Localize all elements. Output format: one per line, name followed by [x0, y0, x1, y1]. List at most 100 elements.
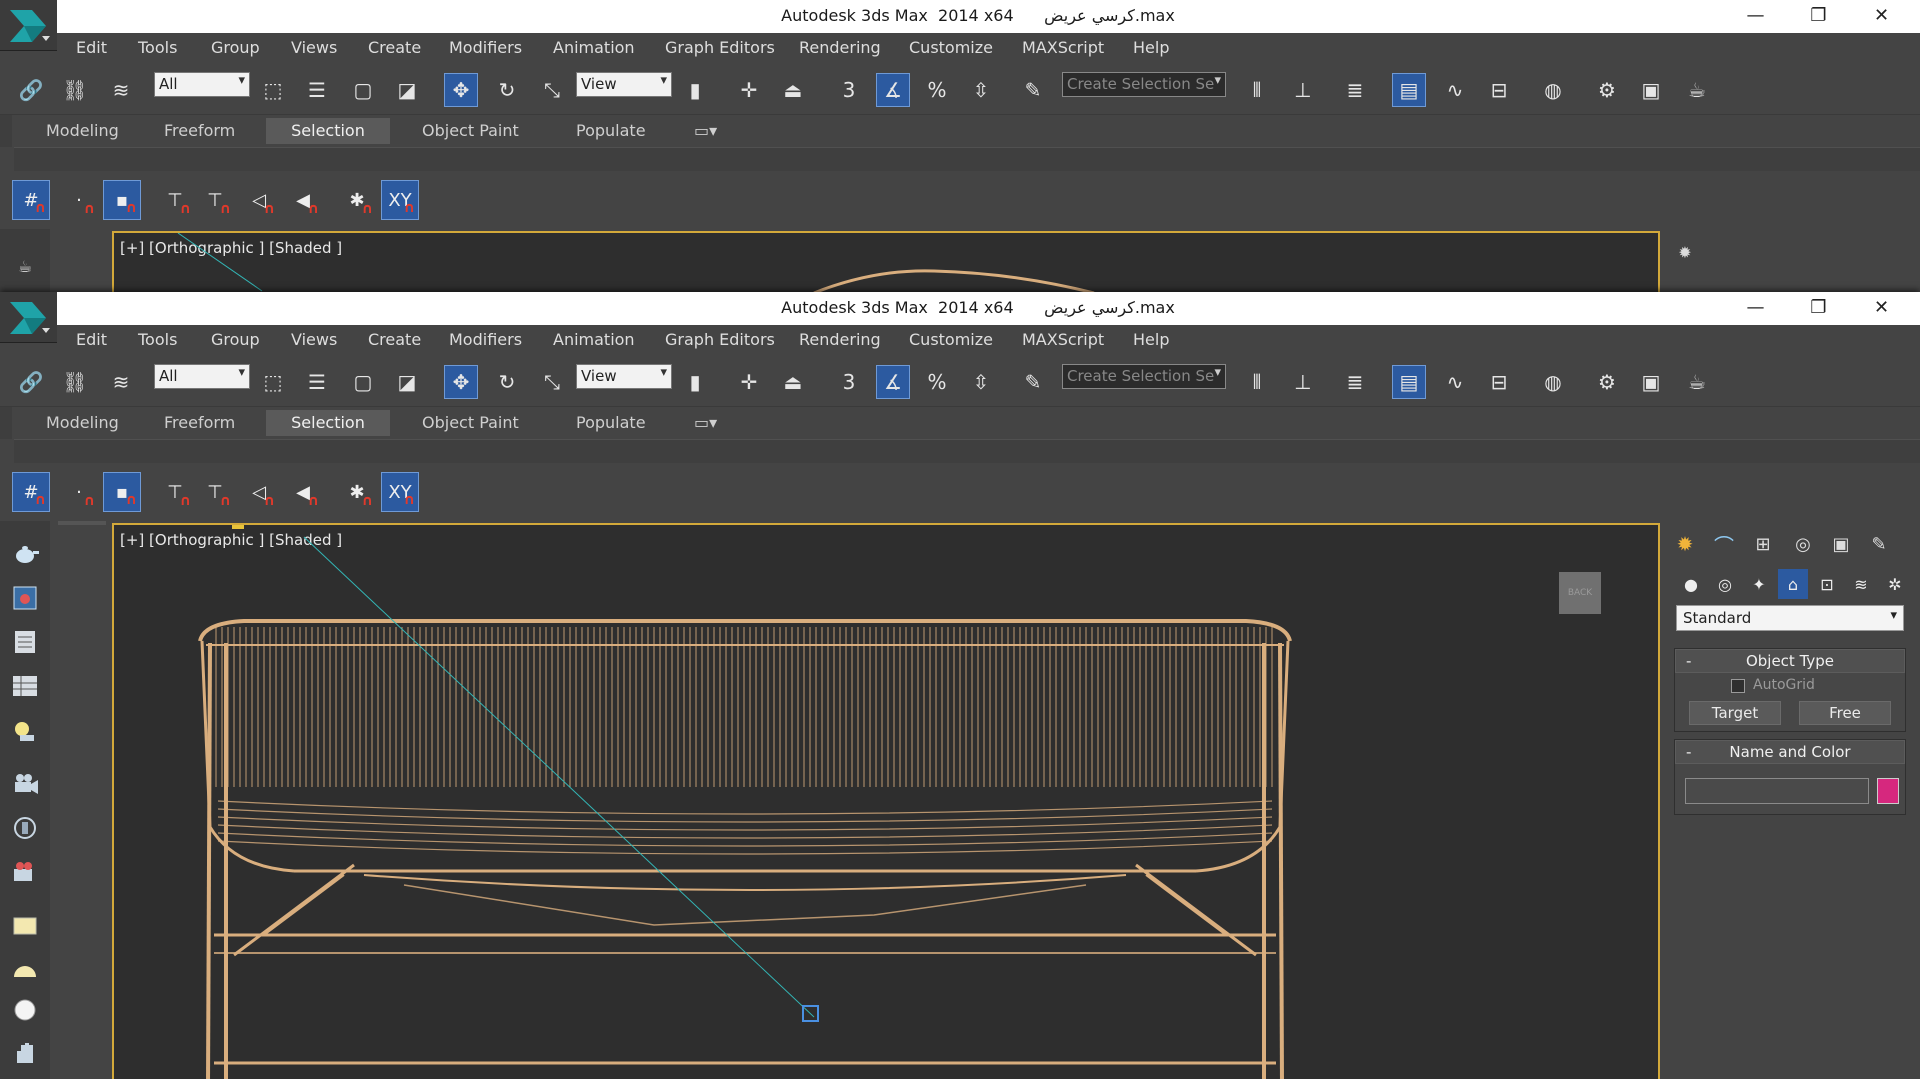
object-name-input[interactable]: [1685, 778, 1869, 804]
layer-explorer-icon[interactable]: ≣: [1338, 73, 1372, 107]
toggle-ribbon-icon[interactable]: ▤: [1392, 365, 1426, 399]
percent-snap-icon[interactable]: %: [920, 365, 954, 399]
xy-constraint-icon[interactable]: XY ∩: [381, 472, 419, 512]
hierarchy-panel-icon[interactable]: ⊞: [1746, 528, 1780, 560]
tab-modeling[interactable]: Modeling: [36, 410, 129, 436]
selection-filter-dropdown[interactable]: All ▾: [154, 364, 250, 389]
tab-populate[interactable]: Populate: [566, 118, 656, 144]
close-button[interactable]: ✕: [1850, 292, 1913, 325]
select-and-rotate-icon[interactable]: ↻: [490, 365, 524, 399]
table-panel-icon[interactable]: [8, 669, 42, 703]
sphere-icon[interactable]: [8, 993, 42, 1027]
tab-object-paint[interactable]: Object Paint: [412, 118, 529, 144]
grid-points-snap-icon[interactable]: # ∩: [12, 180, 50, 220]
name-and-color-header[interactable]: - Name and Color: [1675, 740, 1905, 764]
menu-rendering[interactable]: Rendering: [799, 330, 881, 349]
menu-edit[interactable]: Edit: [76, 330, 107, 349]
reference-coordinate-dropdown[interactable]: View ▾: [576, 72, 672, 97]
ribbon-options-icon[interactable]: ▭▾: [684, 118, 727, 144]
minimize-button[interactable]: —: [1724, 292, 1787, 325]
percent-snap-icon[interactable]: %: [920, 73, 954, 107]
selection-filter-dropdown[interactable]: All ▾: [154, 72, 250, 97]
center-face-snap-icon[interactable]: ✱ ∩: [338, 180, 376, 220]
rectangular-selection-icon[interactable]: ▢: [346, 365, 380, 399]
free-button[interactable]: Free: [1799, 701, 1891, 725]
list-panel-icon[interactable]: [8, 625, 42, 659]
menu-graph-editors[interactable]: Graph Editors: [665, 38, 775, 57]
vertex-snap-icon[interactable]: ▪ ∩: [103, 180, 141, 220]
restore-button[interactable]: ❐: [1787, 0, 1850, 33]
material-editor-icon[interactable]: ◍: [1536, 73, 1570, 107]
edge-snap-icon[interactable]: ◁ ∩: [240, 472, 278, 512]
tab-freeform[interactable]: Freeform: [154, 118, 245, 144]
viewport-orthographic[interactable]: [+] [Orthographic ] [Shaded ] BACK: [112, 523, 1660, 1079]
teapot-icon[interactable]: [8, 537, 42, 571]
display-panel-icon[interactable]: ▣: [1824, 528, 1858, 560]
menu-create[interactable]: Create: [368, 330, 421, 349]
material-editor-icon[interactable]: ◍: [1536, 365, 1570, 399]
face-snap-icon[interactable]: ◀ ∩: [284, 472, 322, 512]
align-icon[interactable]: ⊥: [1286, 365, 1320, 399]
keyboard-shortcut-override-icon[interactable]: ⏏: [776, 365, 810, 399]
close-button[interactable]: ✕: [1850, 0, 1913, 33]
pivot-snap-icon[interactable]: · ∩: [60, 472, 98, 512]
helpers-icon[interactable]: ⊡: [1812, 569, 1842, 599]
create-panel-icon[interactable]: ✹: [1668, 236, 1702, 268]
cameras-icon[interactable]: ⌂: [1778, 569, 1808, 599]
menu-edit[interactable]: Edit: [76, 38, 107, 57]
create-panel-icon[interactable]: ✹: [1668, 528, 1702, 560]
menu-rendering[interactable]: Rendering: [799, 38, 881, 57]
unlink-icon[interactable]: ⛓: [58, 73, 92, 107]
mirror-icon[interactable]: ⫴: [1240, 365, 1274, 399]
menu-customize[interactable]: Customize: [909, 330, 993, 349]
motion-panel-icon[interactable]: ◎: [1786, 528, 1820, 560]
pivot-snap-icon[interactable]: · ∩: [60, 180, 98, 220]
window-crossing-icon[interactable]: ◪: [390, 73, 424, 107]
utilities-panel-icon[interactable]: ✎: [1862, 528, 1896, 560]
object-color-swatch[interactable]: [1877, 778, 1899, 804]
endpoint-snap-icon[interactable]: ⊤ ∩: [156, 180, 194, 220]
layer-explorer-icon[interactable]: ≣: [1338, 365, 1372, 399]
vertex-snap-icon[interactable]: ▪ ∩: [103, 472, 141, 512]
tab-object-paint[interactable]: Object Paint: [412, 410, 529, 436]
select-manipulate-icon[interactable]: ✛: [732, 73, 766, 107]
render-production-icon[interactable]: ☕: [1680, 365, 1714, 399]
window-crossing-icon[interactable]: ◪: [390, 365, 424, 399]
menu-help[interactable]: Help: [1133, 330, 1169, 349]
menu-group[interactable]: Group: [211, 330, 260, 349]
xy-constraint-icon[interactable]: XY ∩: [381, 180, 419, 220]
pivot-center-icon[interactable]: ▮: [678, 73, 712, 107]
animation-camera-icon[interactable]: [8, 855, 42, 889]
select-by-name-icon[interactable]: ☰: [300, 73, 334, 107]
menu-tools[interactable]: Tools: [138, 38, 177, 57]
unlink-icon[interactable]: ⛓: [58, 365, 92, 399]
modify-panel-icon[interactable]: ⌒: [1707, 528, 1741, 560]
tab-selection[interactable]: Selection: [266, 118, 390, 144]
autogrid-checkbox[interactable]: [1731, 679, 1745, 693]
menu-help[interactable]: Help: [1133, 38, 1169, 57]
light-icon[interactable]: [8, 715, 42, 749]
plane-object-icon[interactable]: [8, 909, 42, 943]
snaps-toggle-icon[interactable]: 3: [832, 73, 866, 107]
select-and-move-icon[interactable]: ✥: [444, 365, 478, 399]
target-button[interactable]: Target: [1689, 701, 1781, 725]
tab-modeling[interactable]: Modeling: [36, 118, 129, 144]
rendered-frame-window-icon[interactable]: ▣: [1634, 73, 1668, 107]
menu-animation[interactable]: Animation: [553, 330, 635, 349]
menu-modifiers[interactable]: Modifiers: [449, 38, 522, 57]
edge-snap-icon[interactable]: ◁ ∩: [240, 180, 278, 220]
align-icon[interactable]: ⊥: [1286, 73, 1320, 107]
ribbon-options-icon[interactable]: ▭▾: [684, 410, 727, 436]
rectangular-selection-icon[interactable]: ▢: [346, 73, 380, 107]
systems-icon[interactable]: ✲: [1880, 569, 1910, 599]
menu-tools[interactable]: Tools: [138, 330, 177, 349]
angle-snap-icon[interactable]: ∡: [876, 365, 910, 399]
menu-create[interactable]: Create: [368, 38, 421, 57]
schematic-view-icon[interactable]: ⊟: [1482, 73, 1516, 107]
category-dropdown[interactable]: Standard ▾: [1676, 605, 1904, 631]
select-and-scale-icon[interactable]: ⤡: [535, 365, 569, 399]
shapes-icon[interactable]: ◎: [1710, 569, 1740, 599]
keyboard-shortcut-override-icon[interactable]: ⏏: [776, 73, 810, 107]
menu-maxscript[interactable]: MAXScript: [1022, 38, 1104, 57]
center-face-snap-icon[interactable]: ✱ ∩: [338, 472, 376, 512]
